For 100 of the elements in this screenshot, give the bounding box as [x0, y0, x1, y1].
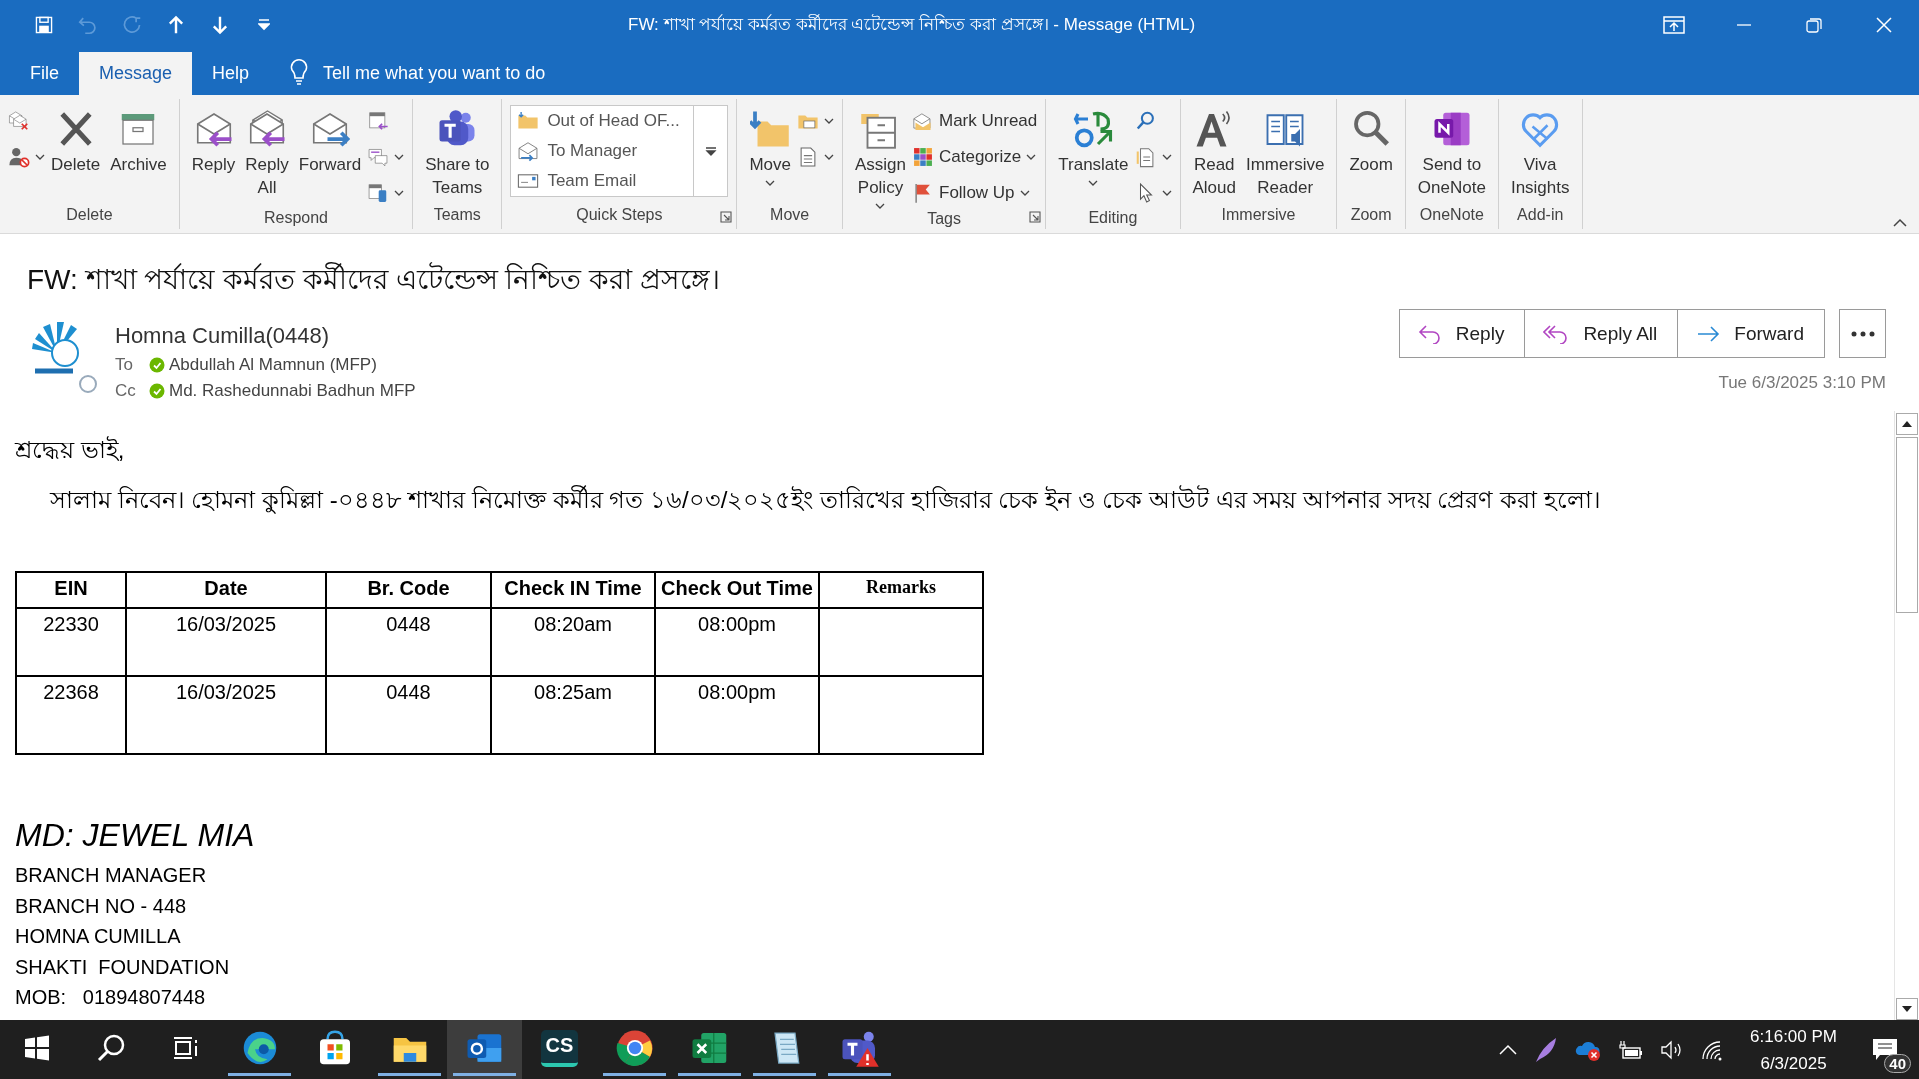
group-label: Add-in	[1517, 206, 1564, 224]
quick-step-item[interactable]: To Manager	[517, 137, 688, 165]
save-icon	[33, 14, 55, 36]
ribbon-button[interactable]: Archive	[106, 105, 171, 176]
quick-step-item[interactable]: Team Email	[517, 167, 688, 194]
menu-tab[interactable]: Message	[79, 52, 193, 95]
zoom-icon	[1351, 109, 1392, 149]
group-label: OneNote	[1419, 206, 1484, 224]
caret-icon	[1026, 154, 1037, 160]
window-title: FW: শাখা পর্যায়ে কর্মরত কর্মীদের এটেন্ডেন্স নিশ্চিত করা প্রসঙ্গে। - Message (HTML)	[628, 13, 1197, 36]
caret-icon	[1088, 180, 1099, 186]
task-view-icon	[171, 1034, 199, 1062]
envelope-arrow-icon	[517, 140, 540, 162]
battery-plug-icon[interactable]	[1618, 1039, 1645, 1060]
lightbulb-icon	[289, 59, 310, 85]
folder-arrow-icon	[750, 109, 791, 149]
signature-line: HOMNA CUMILLA	[15, 924, 182, 949]
ribbon-button[interactable]: Send to OneNote	[1413, 105, 1490, 199]
recipient-label: To	[115, 355, 134, 375]
search-icon	[95, 1032, 127, 1064]
ribbon-button[interactable]: Immersive Reader	[1242, 105, 1329, 199]
ribbon-button[interactable]: Reply All	[241, 105, 293, 199]
envelopes-cross-icon	[8, 110, 30, 132]
group-label: Teams	[433, 206, 481, 224]
table-cell: 22330	[16, 608, 126, 676]
chat-bubbles-icon	[367, 146, 390, 168]
ribbon-button[interactable]: Viva Insights	[1506, 105, 1574, 199]
body-paragraph: সালাম নিবেন। হোমনা কুমিল্লা -০৪৪৮ শাখার নিমোক্ত কর্মীর গত ১৬/০৩/২০২৫ইং তারিখের হাজিরার চেক ইন ও চেক আউট এর সময় আপনার সদয় প্রেরণ করা হলো।	[50, 484, 1602, 516]
menu-tab[interactable]: Help	[192, 52, 270, 95]
group-label: Editing	[1088, 209, 1138, 227]
caret-icon	[394, 154, 405, 160]
table-header: EIN	[16, 572, 126, 608]
clock-date[interactable]: 6/3/2025	[1760, 1049, 1827, 1077]
ribbon-button[interactable]: Translate	[1054, 105, 1133, 186]
message-action-button[interactable]: Reply	[1399, 310, 1525, 357]
quick-step-item[interactable]: Out of Head OF...	[517, 108, 688, 135]
customize-caret-icon	[258, 19, 270, 31]
scroll-down-icon[interactable]	[1896, 998, 1918, 1020]
signature-line: BRANCH NO - 448	[15, 893, 188, 919]
table-header: Remarks	[819, 572, 983, 608]
ribbon-button[interactable]: Assign Policy	[850, 105, 910, 209]
group-label: Respond	[263, 209, 328, 227]
forward-arrow-icon	[1696, 323, 1721, 344]
ribbon-button[interactable]: Share to Teams	[421, 105, 494, 199]
app-tile-icon: CS	[540, 1029, 579, 1067]
signature-line: MOB: 01894807448	[15, 985, 207, 1010]
reply-all-icon	[247, 109, 288, 149]
chevron-up-icon[interactable]	[1498, 1043, 1519, 1056]
ribbon-button[interactable]: Delete	[47, 105, 105, 176]
notification-count: 40	[1884, 1053, 1911, 1073]
message-action-button[interactable]: Reply All	[1524, 310, 1678, 357]
table-cell: 16/03/2025	[126, 608, 326, 676]
envelope-open-icon	[912, 110, 934, 132]
caret-icon	[765, 180, 776, 186]
caret-icon	[1161, 190, 1172, 196]
ribbon-button[interactable]: Forward	[294, 105, 366, 176]
feather-icon[interactable]	[1534, 1036, 1559, 1063]
caret-icon	[35, 154, 45, 160]
close-icon	[1875, 16, 1893, 34]
dialog-launcher-icon[interactable]	[720, 211, 733, 223]
minimize-icon	[1737, 24, 1751, 26]
scroll-up-icon[interactable]	[1896, 413, 1918, 435]
reply-all-arrow-icon	[1543, 323, 1570, 344]
table-header: Br. Code	[326, 572, 491, 608]
message-action-button[interactable]: Forward	[1677, 310, 1824, 357]
collapse-ribbon-icon[interactable]	[1893, 218, 1907, 227]
caret-icon	[823, 154, 834, 160]
calendar-icon	[367, 110, 390, 132]
menu-tab[interactable]: File	[10, 52, 79, 95]
ribbon-button[interactable]: Follow Up	[912, 179, 1038, 207]
ribbon-button[interactable]: Reply	[187, 105, 240, 176]
dialog-launcher-icon[interactable]	[1029, 211, 1042, 223]
clock-time[interactable]: 6:16:00 PM	[1750, 1022, 1837, 1050]
scrollbar[interactable]	[1894, 411, 1919, 1020]
signature-line: SHAKTI FOUNDATION	[15, 954, 231, 980]
ribbon-button[interactable]: Zoom	[1345, 105, 1397, 176]
table-header: Check Out Time	[655, 572, 819, 608]
caret-icon	[394, 190, 405, 196]
message-date: Tue 6/3/2025 3:10 PM	[1718, 373, 1886, 393]
ribbon-button[interactable]: Move	[745, 105, 795, 186]
restore-icon	[1805, 16, 1823, 34]
caret-icon	[1019, 190, 1030, 196]
group-label: Tags	[927, 210, 961, 228]
recipient-name[interactable]: Md. Rashedunnabi Badhun MFP	[169, 381, 416, 401]
translate-icon	[1073, 109, 1114, 149]
document-icon	[1134, 146, 1157, 168]
tell-me-search[interactable]: Tell me what you want to do	[323, 52, 546, 95]
group-label: Quick Steps	[576, 206, 663, 224]
ribbon-button[interactable]: Read Aloud	[1188, 105, 1240, 199]
ribbon-button[interactable]: Categorize	[912, 143, 1038, 171]
message-subject: FW: শাখা পর্যায়ে কর্মরত কর্মীদের এটেন্ডেন্স নিশ্চিত করা প্রসঙ্গে।	[27, 261, 722, 297]
more-options-button[interactable]	[1839, 309, 1886, 358]
recipient-label: Cc	[115, 381, 137, 401]
ribbon-button[interactable]: Mark Unread	[912, 107, 1038, 135]
table-cell: 08:20am	[491, 608, 655, 676]
taskbar-app[interactable]: CS	[522, 1020, 597, 1079]
recipient-name[interactable]: Abdullah Al Mamnun (MFP)	[169, 355, 377, 375]
group-label: Delete	[66, 206, 113, 224]
table-cell: 0448	[326, 676, 491, 754]
scroll-thumb[interactable]	[1896, 437, 1918, 613]
